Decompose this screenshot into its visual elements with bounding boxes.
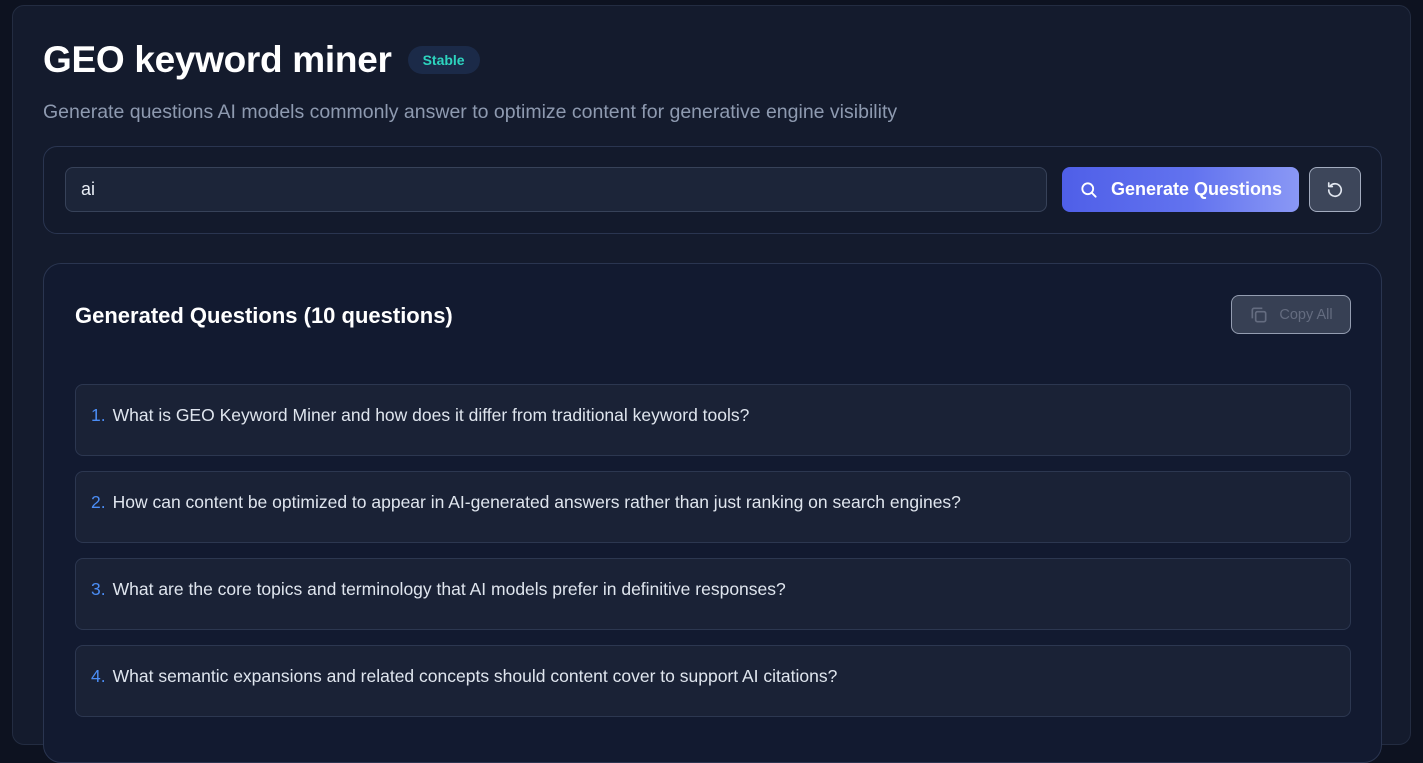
question-item[interactable]: 1. What is GEO Keyword Miner and how does… (75, 384, 1351, 456)
search-card: Generate Questions (43, 146, 1382, 234)
status-badge: Stable (407, 46, 480, 74)
generate-questions-label: Generate Questions (1110, 179, 1283, 199)
keyword-input[interactable] (65, 167, 1047, 212)
reset-icon (1325, 180, 1345, 200)
generate-questions-button[interactable]: Generate Questions (1062, 167, 1299, 212)
question-number: 2. (91, 492, 106, 512)
question-text: What is GEO Keyword Miner and how does i… (112, 405, 750, 425)
tool-panel: GEO keyword miner Stable Generate questi… (12, 5, 1411, 763)
question-number: 4. (91, 666, 106, 686)
reset-button[interactable] (1309, 167, 1361, 212)
results-title: Generated Questions (10 questions) (75, 303, 453, 328)
question-list: 1. What is GEO Keyword Miner and how does… (75, 384, 1351, 732)
question-text: How can content be optimized to appear i… (112, 492, 961, 512)
question-number: 3. (91, 579, 106, 599)
question-text: What semantic expansions and related con… (112, 666, 838, 686)
page-title: GEO keyword miner (43, 39, 392, 80)
copy-icon (1249, 305, 1269, 325)
question-text: What are the core topics and terminology… (112, 579, 786, 599)
page-subtitle: Generate questions AI models commonly an… (43, 101, 898, 123)
copy-all-button[interactable]: Copy All (1231, 295, 1351, 334)
search-icon (1079, 180, 1099, 200)
question-item[interactable]: 3. What are the core topics and terminolo… (75, 558, 1351, 630)
results-card: Generated Questions (10 questions) Copy … (43, 263, 1382, 763)
title-row: GEO keyword miner Stable (43, 40, 480, 80)
question-number: 1. (91, 405, 106, 425)
question-item[interactable]: 2. How can content be optimized to appear… (75, 471, 1351, 543)
copy-all-label: Copy All (1279, 306, 1333, 323)
question-item[interactable]: 4. What semantic expansions and related c… (75, 645, 1351, 717)
